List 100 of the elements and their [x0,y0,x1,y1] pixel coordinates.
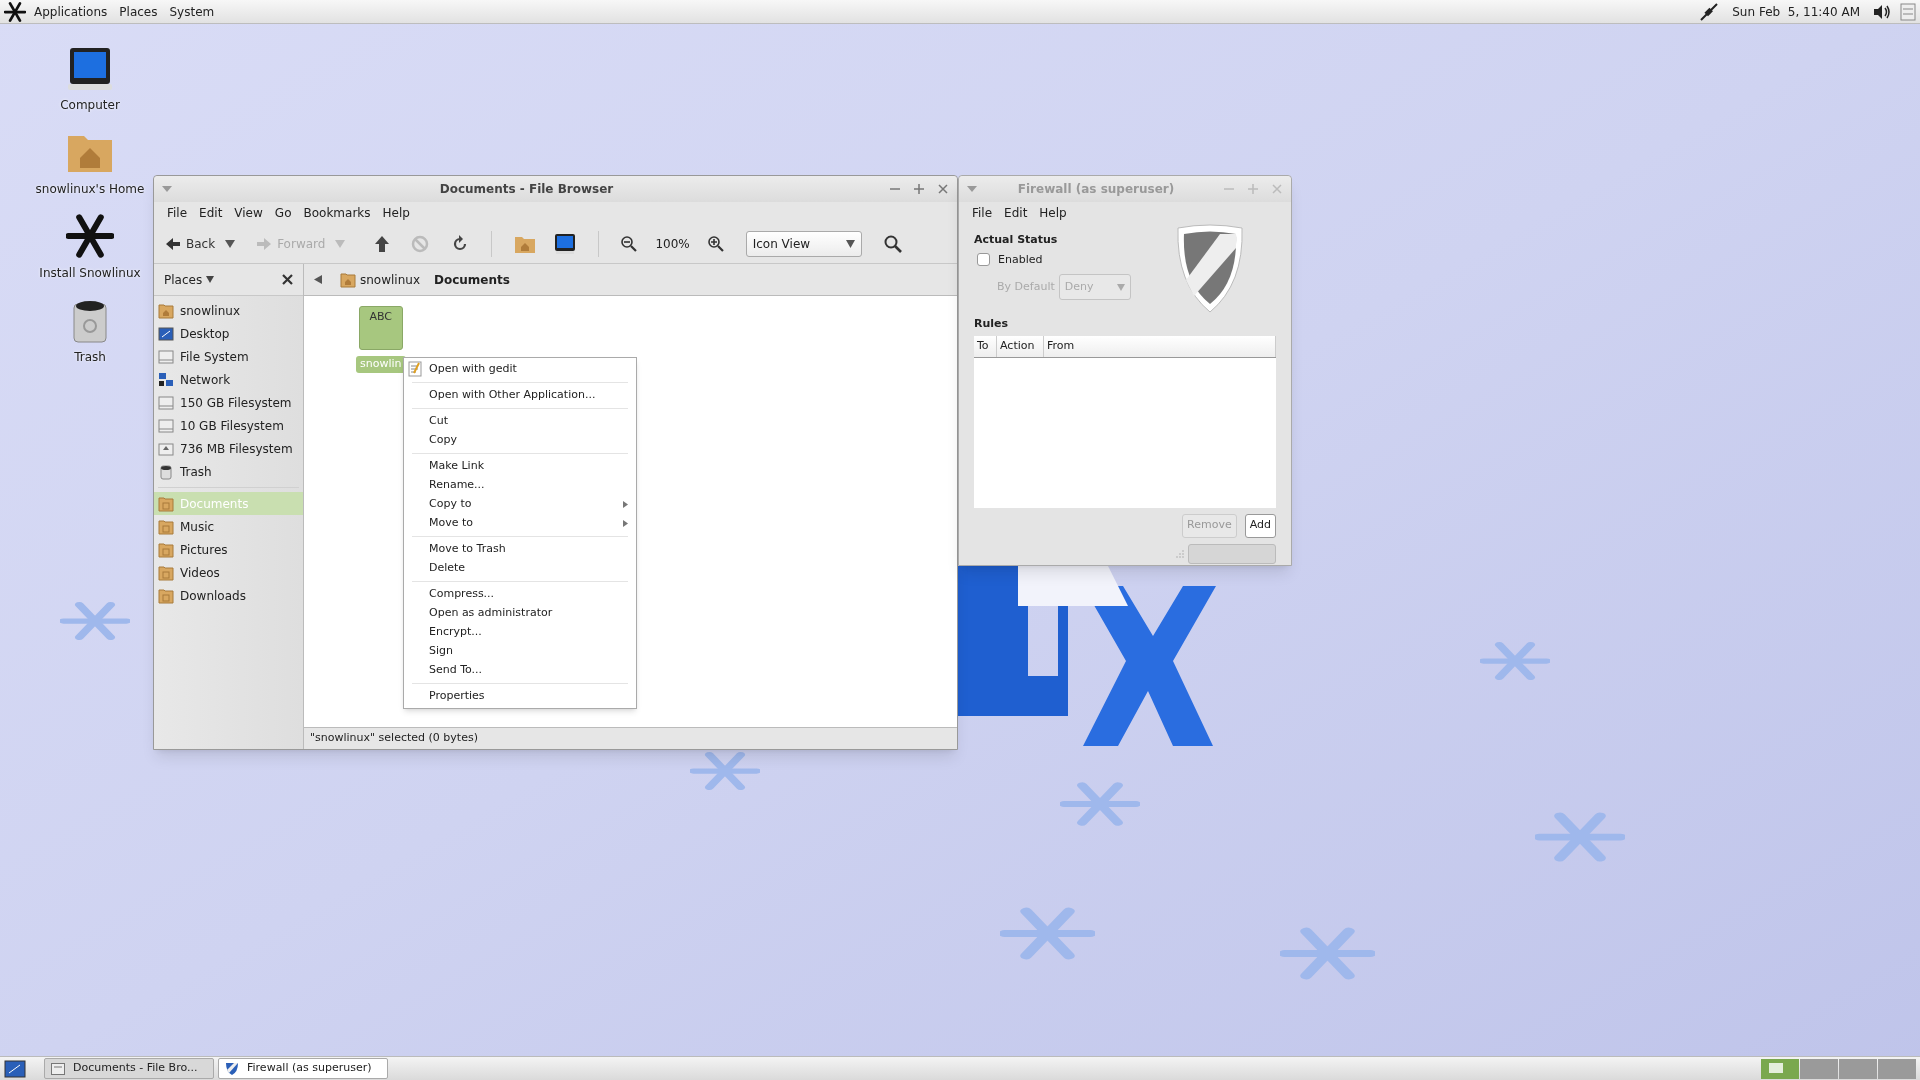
drive-icon [158,417,174,434]
sidebar-item[interactable]: Pictures [154,538,303,561]
volume-icon[interactable] [1872,3,1892,20]
dialog-button[interactable]: Add [1244,513,1276,538]
menu-item[interactable]: Go [269,204,297,222]
snowflake-icon[interactable] [66,212,114,260]
left-arrow-icon[interactable] [314,275,322,284]
thumbnail-text: ABC [369,309,393,325]
window-list-icon[interactable] [1900,2,1916,21]
sidebar-item[interactable]: Trash [154,460,303,483]
menu-item[interactable]: Compress... [404,585,636,604]
sidebar-item[interactable]: Videos [154,561,303,584]
sidebar-item[interactable]: Music [154,515,303,538]
menu-item[interactable]: Delete [404,559,636,578]
menu-item[interactable]: Encrypt... [404,623,636,642]
menu-item[interactable]: Help [1034,204,1072,222]
menu-item[interactable]: Bookmarks [298,204,376,222]
workspace-switcher-cell[interactable] [1800,1058,1838,1079]
panel-menu[interactable]: Places [115,2,162,21]
sidebar-item[interactable]: File System [154,345,303,368]
panel-menu[interactable]: System [165,2,219,21]
menu-item[interactable]: Rename... [404,476,636,495]
workspace-switcher-cell[interactable] [1839,1058,1877,1079]
sidebar-item[interactable]: 736 MB Filesystem [154,437,303,460]
sidebar-item[interactable]: Network [154,368,303,391]
show-desktop-icon[interactable] [4,1059,26,1078]
menu-item[interactable]: Edit [999,204,1033,222]
shield-icon [1174,224,1246,314]
column-header[interactable]: To [974,335,997,357]
caret-icon [206,276,215,283]
dropdown-arrow-icon[interactable] [967,186,977,192]
menu-item[interactable]: File [162,204,193,222]
menu-item[interactable]: Move to [404,514,636,533]
menu-item[interactable]: Edit [194,204,228,222]
document-thumbnail[interactable]: ABC [358,306,403,350]
back-button[interactable]: Back [162,229,220,258]
menu-item[interactable]: Open with gedit [404,360,636,379]
home-folder-icon [340,271,356,288]
caret-icon [1116,283,1125,291]
menu-item[interactable]: Copy [404,431,636,450]
taskbar-button[interactable]: Documents - File Bro... [44,1058,214,1079]
column-header[interactable]: From [1044,335,1276,357]
caret-icon[interactable] [225,239,236,248]
sidebar-item[interactable]: Downloads [154,584,303,607]
panel-menu[interactable]: Applications [30,2,112,21]
clock[interactable]: Sun Feb 5, 11:40 AM [1724,2,1868,21]
menu-item[interactable]: Open with Other Application... [404,386,636,405]
snowflake-icon [60,600,130,642]
desktop-icon-label[interactable]: snowlinux's Home [35,180,145,198]
sidebar-item[interactable]: 10 GB Filesystem [154,414,303,437]
up-arrow-icon[interactable] [375,235,390,252]
workspace-switcher-cell[interactable] [1878,1058,1916,1079]
column-header[interactable]: Action [997,335,1044,357]
snowflake-icon [1535,810,1625,864]
menu-item[interactable]: View [229,204,268,222]
drive-icon [158,348,174,365]
monitor-icon[interactable] [554,232,577,255]
menu-item[interactable]: Cut [404,412,636,431]
dropdown-arrow-icon[interactable] [162,186,172,192]
folder-icon [158,587,174,604]
drive-icon [158,394,174,411]
desktop-icon-label[interactable]: Install Snowlinux [39,264,141,282]
close-icon[interactable] [282,274,293,285]
sidebar-item[interactable]: Desktop [154,322,303,345]
desktop-icon [158,325,174,342]
maximize-icon[interactable] [913,183,925,195]
zoom-in-icon[interactable] [707,235,724,252]
menu-item[interactable]: Copy to [404,495,636,514]
menu-item[interactable]: Make Link [404,457,636,476]
desktop-icon-label[interactable]: Computer [60,96,120,114]
search-icon[interactable] [883,234,902,253]
enabled-checkbox[interactable]: Enabled [977,251,1276,268]
plug-icon[interactable] [1698,1,1721,22]
home-folder-icon [158,302,174,319]
zoom-out-icon[interactable] [621,235,638,252]
snowflake-icon[interactable] [4,0,26,23]
resize-grip-icon [1176,549,1184,558]
section-heading: Rules [974,316,1010,332]
menu-item[interactable]: Open as administrator [404,604,636,623]
network-icon [158,371,174,388]
workspace-switcher-cell[interactable] [1761,1058,1799,1079]
file-manager-icon [51,1062,65,1075]
window-title: Documents - File Browser [438,181,615,198]
desktop-icon-label[interactable]: Trash [74,348,106,366]
sidebar-item[interactable]: snowlinux [154,299,303,322]
sidebar-item[interactable]: 150 GB Filesystem [154,391,303,414]
menu-item[interactable]: Send To... [404,661,636,680]
menu-item[interactable]: File [967,204,998,222]
menu-item[interactable]: Move to Trash [404,540,636,559]
view-dropdown[interactable]: Icon View [745,230,862,257]
menu-item[interactable]: Properties [404,687,636,706]
menu-item[interactable]: Sign [404,642,636,661]
breadcrumb-item[interactable]: snowlinux [336,270,424,289]
trash-icon [158,463,174,480]
folder-icon [158,541,174,558]
breadcrumb-item[interactable]: Documents [430,270,514,289]
caret-icon [845,239,855,248]
menu-item[interactable]: Help [377,204,415,222]
places-dropdown[interactable]: Places [164,270,215,289]
taskbar-button[interactable]: Firewall (as superuser) [218,1058,388,1079]
